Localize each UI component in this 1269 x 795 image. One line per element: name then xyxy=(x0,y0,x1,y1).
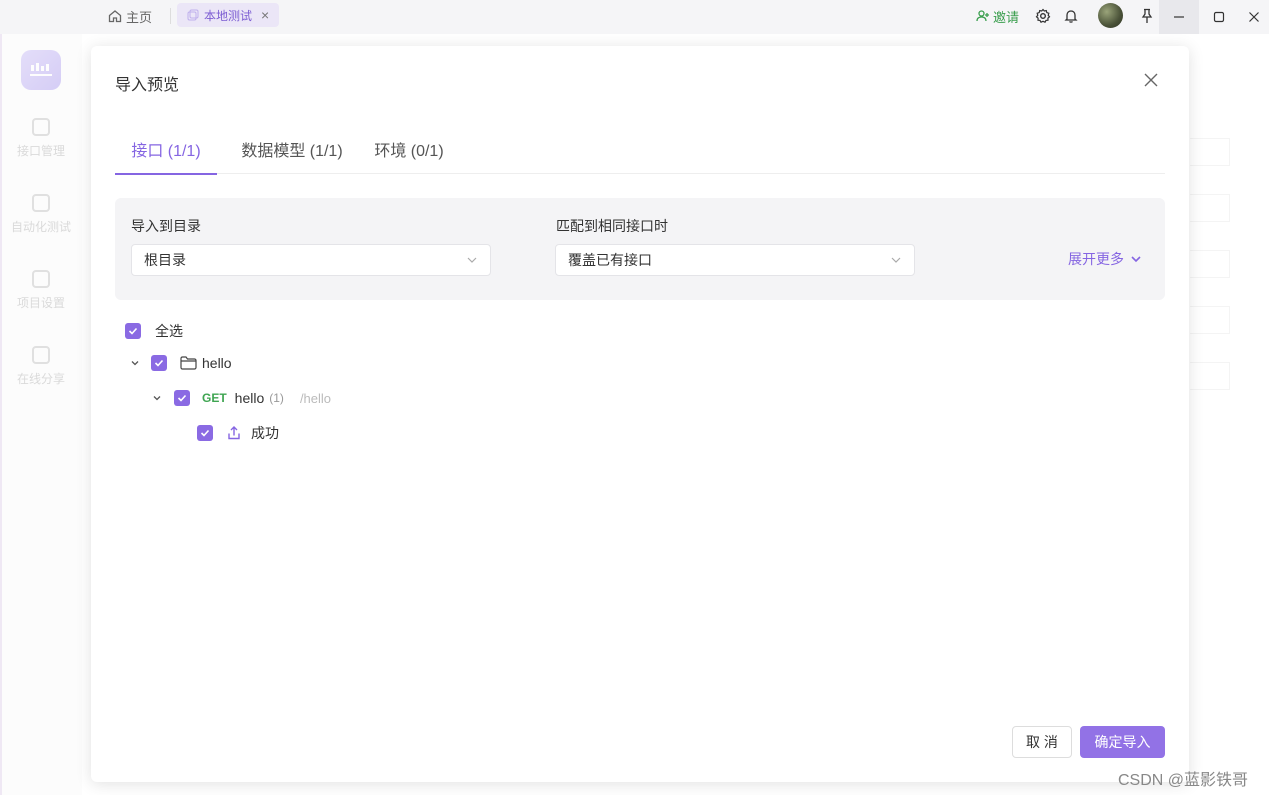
maximize-button[interactable] xyxy=(1199,0,1239,34)
select-all-row[interactable]: 全选 xyxy=(125,320,183,342)
target-dir-label: 导入到目录 xyxy=(131,218,201,234)
close-icon xyxy=(1249,12,1259,22)
invite-button[interactable]: 邀请 xyxy=(976,4,1019,28)
target-dir-select[interactable]: 根目录 xyxy=(131,244,491,276)
close-window-button[interactable] xyxy=(1239,0,1269,34)
tab-home[interactable]: 主页 xyxy=(108,5,152,27)
tab-data-model[interactable]: 数据模型 (1/1) xyxy=(227,124,357,174)
response-name: 成功 xyxy=(251,425,279,441)
close-tab-icon[interactable]: × xyxy=(261,7,269,23)
upload-icon xyxy=(228,426,240,440)
close-icon xyxy=(1144,73,1158,87)
expand-more-button[interactable]: 展开更多 xyxy=(1068,249,1142,269)
pin-icon xyxy=(1141,8,1153,23)
active-tab-label: 本地测试 xyxy=(204,8,253,23)
expand-more-label: 展开更多 xyxy=(1068,251,1124,267)
select-all-label: 全选 xyxy=(155,323,183,339)
tab-environment[interactable]: 环境 (0/1) xyxy=(367,124,451,174)
watermark: CSDN @蓝影铁哥 xyxy=(1118,772,1249,789)
http-method-badge: GET xyxy=(202,391,227,405)
import-tabs: 接口 (1/1) 数据模型 (1/1) 环境 (0/1) xyxy=(115,124,1165,175)
tab-api[interactable]: 接口 (1/1) xyxy=(115,124,217,175)
chevron-down-icon[interactable] xyxy=(128,356,142,370)
chevron-down-icon xyxy=(1131,256,1141,263)
home-tab-label: 主页 xyxy=(126,9,153,25)
confirm-label: 确定导入 xyxy=(1094,734,1151,750)
cancel-label: 取 消 xyxy=(1026,734,1058,750)
api-path: /hello xyxy=(299,390,332,406)
select-all-checkbox[interactable] xyxy=(125,323,141,339)
api-row[interactable]: GET hello (1) /hello xyxy=(150,387,331,409)
notification-button[interactable] xyxy=(1060,5,1082,27)
api-count: (1) xyxy=(269,391,284,405)
chevron-down-icon xyxy=(891,257,901,263)
check-icon xyxy=(200,429,210,437)
tab-label: 环境 (0/1) xyxy=(374,143,444,160)
copy-icon xyxy=(187,9,199,21)
folder-name: hello xyxy=(202,355,232,371)
home-icon xyxy=(108,10,122,23)
pin-button[interactable] xyxy=(1136,5,1158,27)
tab-label: 接口 (1/1) xyxy=(131,143,201,160)
import-preview-dialog: 导入预览 接口 (1/1) 数据模型 (1/1) 环境 (0/1) 导入到目录 … xyxy=(91,46,1189,782)
chevron-down-icon xyxy=(467,257,477,263)
cancel-button[interactable]: 取 消 xyxy=(1012,726,1072,758)
response-row[interactable]: 成功 xyxy=(197,422,279,444)
dialog-close-button[interactable] xyxy=(1143,72,1163,92)
tab-local-test[interactable]: 本地测试 × xyxy=(177,3,280,27)
tab-label: 数据模型 (1/1) xyxy=(241,143,343,160)
bell-icon xyxy=(1064,10,1078,23)
api-checkbox[interactable] xyxy=(174,390,190,406)
invite-label: 邀请 xyxy=(993,9,1020,25)
chevron-down-icon[interactable] xyxy=(150,391,164,405)
tab-divider xyxy=(170,8,171,24)
check-icon xyxy=(177,394,187,402)
minimize-icon xyxy=(1174,16,1184,18)
user-avatar[interactable] xyxy=(1098,3,1123,28)
title-bar: 主页 本地测试 × 邀请 xyxy=(0,0,1269,34)
api-name: hello xyxy=(234,390,265,406)
settings-button[interactable] xyxy=(1032,5,1054,27)
check-icon xyxy=(128,327,138,335)
minimize-button[interactable] xyxy=(1159,0,1199,34)
select-value: 根目录 xyxy=(144,252,186,268)
check-icon xyxy=(154,359,164,367)
import-options-panel: 导入到目录 根目录 匹配到相同接口时 覆盖已有接口 展开更多 xyxy=(115,198,1165,300)
select-value: 覆盖已有接口 xyxy=(568,252,652,268)
match-rule-label: 匹配到相同接口时 xyxy=(556,218,668,234)
add-user-icon xyxy=(976,10,989,22)
match-rule-select[interactable]: 覆盖已有接口 xyxy=(555,244,915,276)
confirm-import-button[interactable]: 确定导入 xyxy=(1080,726,1165,758)
folder-row[interactable]: hello xyxy=(128,352,232,374)
gear-icon xyxy=(1035,8,1051,23)
folder-icon xyxy=(180,356,197,370)
folder-checkbox[interactable] xyxy=(151,355,167,371)
maximize-icon xyxy=(1213,11,1225,23)
response-checkbox[interactable] xyxy=(197,425,213,441)
dialog-title: 导入预览 xyxy=(115,77,180,94)
